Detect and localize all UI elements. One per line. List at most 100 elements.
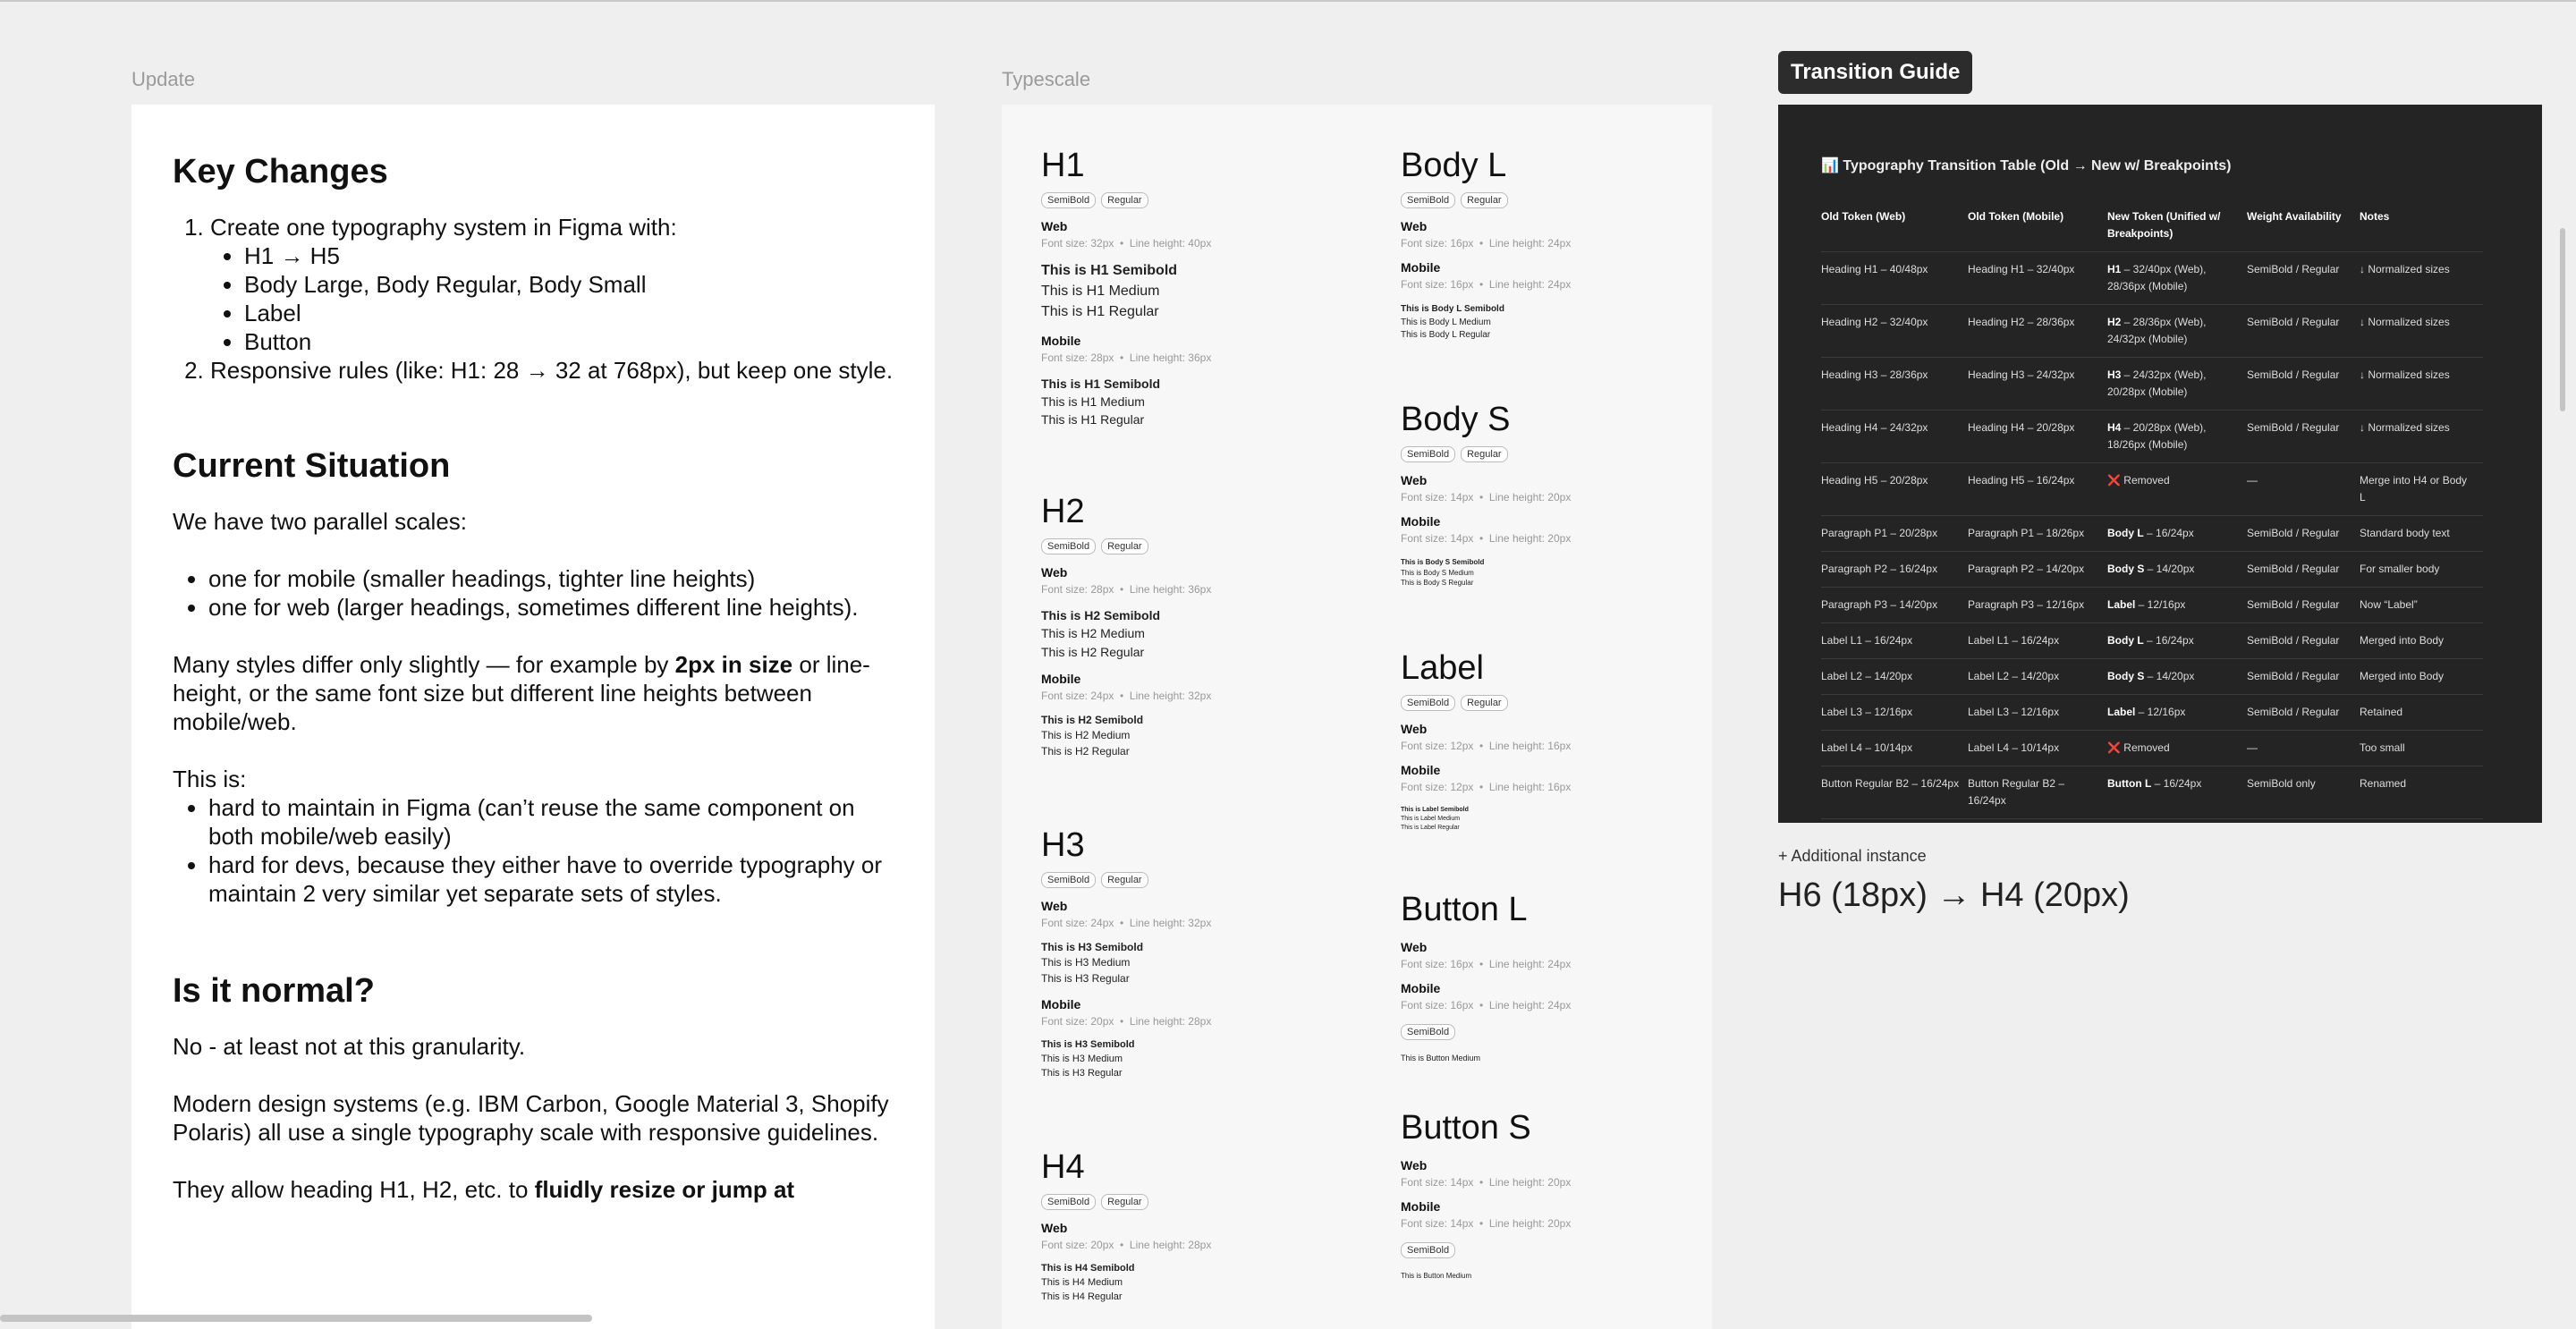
- platform-mobile: Mobile: [1401, 514, 1441, 529]
- new-token-name: Label: [2107, 706, 2136, 718]
- frame-label-transition-guide[interactable]: Transition Guide: [1778, 51, 1973, 94]
- platform-mobile: Mobile: [1401, 763, 1441, 777]
- meta: Font size: 14px • Line height: 20px: [1401, 491, 1572, 504]
- type-name: Body L: [1401, 147, 1507, 184]
- table-cell: Too small: [2360, 730, 2483, 766]
- sample-regular: This is H1 Regular: [1041, 412, 1145, 427]
- table-cell: ↓ Normalized sizes: [2360, 251, 2483, 305]
- table-row: Paragraph P2 – 16/24px Paragraph P2 – 14/…: [1821, 551, 2483, 588]
- table-cell: Label L4 – 10/14px: [1968, 730, 2107, 766]
- font-size: Font size: 16px: [1401, 237, 1474, 250]
- additional-instance-label: + Additional instance: [1778, 847, 1927, 865]
- platform-web: Web: [1041, 1221, 1068, 1235]
- line-height: Line height: 16px: [1488, 781, 1572, 793]
- sample-regular: This is H2 Regular: [1041, 644, 1145, 659]
- platform-mobile: Mobile: [1401, 1199, 1441, 1214]
- table-cell: SemiBold / Regular: [2247, 515, 2360, 552]
- sample-semibold: This is H3 Semibold: [1041, 1039, 1135, 1051]
- type-block-h3[interactable]: H3 SemiBold Regular Web Font size: 24px •…: [1041, 825, 1363, 1081]
- key-changes-heading: Key Changes: [173, 153, 388, 190]
- cell-text: – 16/24px: [2143, 527, 2194, 539]
- type-name: Label: [1401, 649, 1484, 687]
- type-block-button-l[interactable]: Button L Web Font size: 16px • Line heig…: [1401, 890, 1712, 1064]
- type-block-body-s[interactable]: Body S SemiBold Regular Web Font size: 14…: [1401, 400, 1712, 588]
- chip-regular[interactable]: Regular: [1101, 872, 1148, 888]
- table-cell: SemiBold only: [2247, 766, 2360, 819]
- chip-regular[interactable]: Regular: [1101, 1194, 1148, 1210]
- chip-semibold[interactable]: SemiBold: [1041, 1194, 1097, 1210]
- platform-mobile: Mobile: [1041, 997, 1081, 1012]
- typescale-frame[interactable]: H1 SemiBold Regular Web Font size: 32px •…: [1002, 105, 1712, 1329]
- sample-medium: This is Body S Medium: [1401, 568, 1474, 577]
- table-row: Button Small B3 – 14/20pxButton Small B3…: [1821, 818, 2483, 823]
- line-height: Line height: 16px: [1488, 740, 1572, 752]
- table-cell: H3 – 24/32px (Web), 20/28px (Mobile): [2107, 357, 2247, 411]
- table-cell: Now “Label”: [2360, 587, 2483, 623]
- table-row: Heading H1 – 40/48px Heading H1 – 32/40px…: [1821, 251, 2483, 305]
- chip-semibold[interactable]: SemiBold: [1401, 1024, 1456, 1040]
- list-item: one for mobile (smaller headings, tighte…: [208, 564, 894, 593]
- frame-label-typescale[interactable]: Typescale: [1002, 68, 1090, 91]
- chip-semibold[interactable]: SemiBold: [1401, 695, 1456, 711]
- sample-semibold: This is H1 Semibold: [1041, 263, 1178, 278]
- table-cell: Paragraph P1 – 18/26px: [1968, 515, 2107, 552]
- font-size: Font size: 16px: [1401, 999, 1474, 1012]
- horizontal-scrollbar[interactable]: [0, 1315, 592, 1322]
- type-block-label[interactable]: Label SemiBold Regular Web Font size: 12p…: [1401, 648, 1712, 833]
- type-block-h4[interactable]: H4 SemiBold Regular Web Font size: 20px •…: [1041, 1147, 1363, 1305]
- h6-mapping-note: H6 (18px) → H4 (20px): [1778, 876, 2130, 914]
- chip-regular[interactable]: Regular: [1461, 695, 1508, 711]
- table-cell: For smaller body: [2360, 551, 2483, 588]
- chip-semibold[interactable]: SemiBold: [1401, 1242, 1456, 1258]
- vertical-scrollbar[interactable]: [2560, 228, 2565, 411]
- chip-semibold[interactable]: SemiBold: [1401, 446, 1456, 462]
- cell-text: – 20/28px (Web), 18/26px (Mobile): [2107, 421, 2207, 451]
- table-cell: Heading H4 – 24/32px: [1821, 410, 1968, 463]
- list-item: hard to maintain in Figma (can’t reuse t…: [208, 793, 894, 851]
- sample-regular: This is H4 Regular: [1041, 1291, 1123, 1302]
- text: They allow heading H1, H2, etc. to: [173, 1176, 535, 1203]
- chip-regular[interactable]: Regular: [1101, 192, 1148, 208]
- table-cell: SemiBold / Regular: [2247, 658, 2360, 695]
- new-token-name: H1: [2107, 263, 2122, 275]
- new-token-name: Body S: [2107, 670, 2145, 682]
- list-item-text: Create one typography system in Figma wi…: [210, 214, 677, 241]
- platform-mobile: Mobile: [1401, 981, 1441, 995]
- table-cell: Label L1 – 16/24px: [1968, 622, 2107, 659]
- table-row: Paragraph P3 – 14/20px Paragraph P3 – 12/…: [1821, 587, 2483, 623]
- chip-semibold[interactable]: SemiBold: [1041, 538, 1097, 554]
- chip-regular[interactable]: Regular: [1101, 538, 1148, 554]
- table-cell: Paragraph P1 – 20/28px: [1821, 515, 1968, 552]
- meta: Font size: 12px • Line height: 16px: [1401, 781, 1572, 793]
- type-block-button-s[interactable]: Button S Web Font size: 14px • Line heig…: [1401, 1108, 1712, 1282]
- table-cell: Paragraph P2 – 16/24px: [1821, 551, 1968, 588]
- table-cell: ❌ Removed: [2107, 462, 2247, 516]
- table-cell: Body L – 16/24px: [2107, 622, 2247, 659]
- chip-regular[interactable]: Regular: [1461, 446, 1508, 462]
- table-cell: Label L2 – 14/20px: [1821, 658, 1968, 695]
- font-size: Font size: 20px: [1041, 1239, 1114, 1251]
- line-height: Line height: 24px: [1488, 958, 1572, 970]
- chip-semibold[interactable]: SemiBold: [1041, 872, 1097, 888]
- list-item: one for web (larger headings, sometimes …: [208, 593, 894, 622]
- table-cell: Button Regular B2 – 16/24px: [1968, 766, 2107, 819]
- line-height: Line height: 28px: [1129, 1015, 1212, 1028]
- chip-semibold[interactable]: SemiBold: [1041, 192, 1097, 208]
- type-block-h1[interactable]: H1 SemiBold Regular Web Font size: 32px •…: [1041, 146, 1363, 428]
- platform-web: Web: [1401, 940, 1428, 954]
- update-frame[interactable]: Key Changes Create one typography system…: [131, 105, 935, 1329]
- type-block-body-l[interactable]: Body L SemiBold Regular Web Font size: 16…: [1401, 146, 1712, 343]
- type-block-h2[interactable]: H2 SemiBold Regular Web Font size: 28px •…: [1041, 492, 1363, 759]
- list-item: Button: [244, 327, 894, 356]
- platform-web: Web: [1041, 565, 1068, 580]
- transition-guide-frame[interactable]: 📊 Typography Transition Table (Old → New…: [1778, 105, 2542, 823]
- chip-regular[interactable]: Regular: [1461, 192, 1508, 208]
- platform-web: Web: [1401, 473, 1428, 487]
- line-height: Line height: 24px: [1488, 278, 1572, 291]
- chip-semibold[interactable]: SemiBold: [1401, 192, 1456, 208]
- frame-label-update[interactable]: Update: [131, 68, 195, 91]
- line-height: Line height: 20px: [1488, 1176, 1572, 1189]
- sample-semibold: This is Label Semibold: [1401, 807, 1469, 813]
- paragraph: They allow heading H1, H2, etc. to fluid…: [173, 1175, 894, 1204]
- list-item: hard for devs, because they either have …: [208, 851, 894, 908]
